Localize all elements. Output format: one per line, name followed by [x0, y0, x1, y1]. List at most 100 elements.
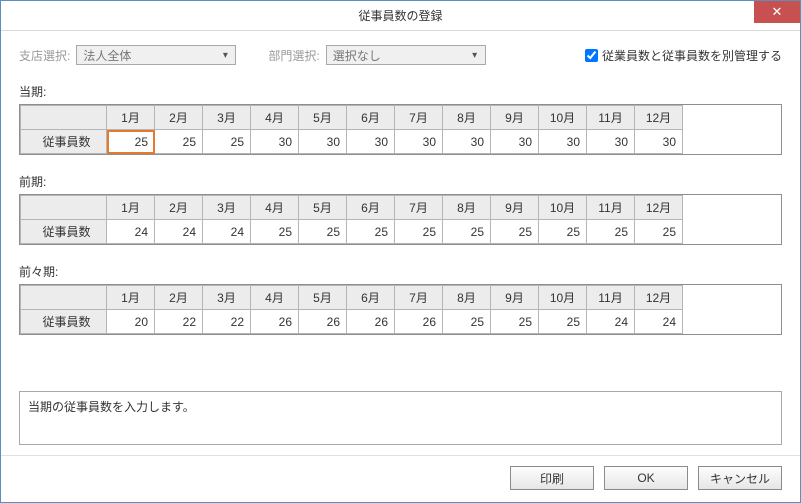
dept-select[interactable]: 選択なし ▾: [326, 45, 486, 65]
dept-select-value: 選択なし: [333, 47, 381, 64]
value-cell[interactable]: 22: [155, 310, 203, 334]
month-header: 9月: [491, 106, 539, 130]
value-cell[interactable]: 24: [203, 220, 251, 244]
titlebar: 従事員数の登録 ✕: [1, 1, 800, 31]
value-cell[interactable]: 30: [539, 130, 587, 154]
value-cell[interactable]: 25: [155, 130, 203, 154]
current-period-grid: 1月2月3月4月5月6月7月8月9月10月11月12月従事員数252525303…: [19, 104, 782, 155]
value-cell[interactable]: 25: [347, 220, 395, 244]
month-header: 5月: [299, 286, 347, 310]
month-header: 11月: [587, 196, 635, 220]
value-cell[interactable]: 30: [299, 130, 347, 154]
value-cell[interactable]: 30: [347, 130, 395, 154]
separate-manage-checkbox[interactable]: 従業員数と従事員数を別管理する: [585, 47, 782, 64]
month-header: 12月: [635, 106, 683, 130]
cancel-button-label: キャンセル: [710, 470, 770, 487]
row-header: 従事員数: [21, 220, 107, 244]
close-button[interactable]: ✕: [754, 1, 800, 23]
ok-button[interactable]: OK: [604, 466, 688, 490]
prev2-period-grid: 1月2月3月4月5月6月7月8月9月10月11月12月従事員数202222262…: [19, 284, 782, 335]
value-cell[interactable]: 25: [635, 220, 683, 244]
hint-text: 当期の従事員数を入力します。: [28, 400, 195, 414]
dialog-window: 従事員数の登録 ✕ 支店選択: 法人全体 ▾ 部門選択: 選択なし ▾ 従業員数…: [0, 0, 801, 503]
value-cell[interactable]: 24: [155, 220, 203, 244]
month-header: 3月: [203, 106, 251, 130]
value-cell[interactable]: 25: [491, 310, 539, 334]
value-cell[interactable]: 25: [107, 130, 155, 154]
value-cell[interactable]: 22: [203, 310, 251, 334]
chevron-down-icon: ▾: [217, 50, 233, 61]
value-cell[interactable]: 25: [539, 220, 587, 244]
month-header: 6月: [347, 106, 395, 130]
month-header: 8月: [443, 286, 491, 310]
month-header: 1月: [107, 196, 155, 220]
month-header: 4月: [251, 106, 299, 130]
value-cell[interactable]: 25: [203, 130, 251, 154]
chevron-down-icon: ▾: [467, 50, 483, 61]
value-cell[interactable]: 25: [587, 220, 635, 244]
value-cell[interactable]: 26: [299, 310, 347, 334]
current-period-label: 当期:: [19, 83, 782, 100]
month-header: 8月: [443, 106, 491, 130]
month-header: 9月: [491, 196, 539, 220]
value-cell[interactable]: 26: [251, 310, 299, 334]
month-header: 10月: [539, 286, 587, 310]
value-cell[interactable]: 25: [395, 220, 443, 244]
month-header: 7月: [395, 196, 443, 220]
value-cell[interactable]: 25: [491, 220, 539, 244]
grid-corner: [21, 286, 107, 310]
value-cell[interactable]: 30: [251, 130, 299, 154]
value-cell[interactable]: 30: [635, 130, 683, 154]
month-header: 12月: [635, 286, 683, 310]
month-header: 11月: [587, 286, 635, 310]
value-cell[interactable]: 26: [395, 310, 443, 334]
ok-button-label: OK: [637, 471, 654, 485]
value-cell[interactable]: 24: [587, 310, 635, 334]
month-header: 1月: [107, 106, 155, 130]
separate-manage-checkbox-label: 従業員数と従事員数を別管理する: [602, 47, 782, 64]
print-button-label: 印刷: [540, 470, 564, 487]
separate-manage-checkbox-input[interactable]: [585, 49, 598, 62]
button-bar: 印刷 OK キャンセル: [1, 455, 800, 502]
month-header: 8月: [443, 196, 491, 220]
month-header: 5月: [299, 196, 347, 220]
cancel-button[interactable]: キャンセル: [698, 466, 782, 490]
branch-select[interactable]: 法人全体 ▾: [76, 45, 236, 65]
value-cell[interactable]: 30: [587, 130, 635, 154]
value-cell[interactable]: 25: [251, 220, 299, 244]
value-cell[interactable]: 25: [539, 310, 587, 334]
value-cell[interactable]: 24: [635, 310, 683, 334]
value-cell[interactable]: 25: [443, 310, 491, 334]
print-button[interactable]: 印刷: [510, 466, 594, 490]
month-header: 11月: [587, 106, 635, 130]
window-title: 従事員数の登録: [358, 7, 442, 24]
grid-corner: [21, 196, 107, 220]
value-cell[interactable]: 24: [107, 220, 155, 244]
month-header: 12月: [635, 196, 683, 220]
month-header: 9月: [491, 286, 539, 310]
month-header: 2月: [155, 106, 203, 130]
month-header: 2月: [155, 286, 203, 310]
month-header: 6月: [347, 286, 395, 310]
value-cell[interactable]: 25: [443, 220, 491, 244]
value-cell[interactable]: 30: [491, 130, 539, 154]
month-header: 3月: [203, 196, 251, 220]
month-header: 4月: [251, 196, 299, 220]
month-header: 10月: [539, 106, 587, 130]
month-header: 2月: [155, 196, 203, 220]
value-cell[interactable]: 30: [395, 130, 443, 154]
month-header: 6月: [347, 196, 395, 220]
grid-corner: [21, 106, 107, 130]
value-cell[interactable]: 26: [347, 310, 395, 334]
dept-label: 部門選択:: [268, 47, 319, 64]
month-header: 7月: [395, 106, 443, 130]
prev2-period-label: 前々期:: [19, 263, 782, 280]
value-cell[interactable]: 25: [299, 220, 347, 244]
filter-row: 支店選択: 法人全体 ▾ 部門選択: 選択なし ▾ 従業員数と従事員数を別管理す…: [19, 45, 782, 65]
prev-period-grid: 1月2月3月4月5月6月7月8月9月10月11月12月従事員数242424252…: [19, 194, 782, 245]
row-header: 従事員数: [21, 310, 107, 334]
value-cell[interactable]: 30: [443, 130, 491, 154]
value-cell[interactable]: 20: [107, 310, 155, 334]
month-header: 1月: [107, 286, 155, 310]
close-icon: ✕: [772, 4, 783, 20]
